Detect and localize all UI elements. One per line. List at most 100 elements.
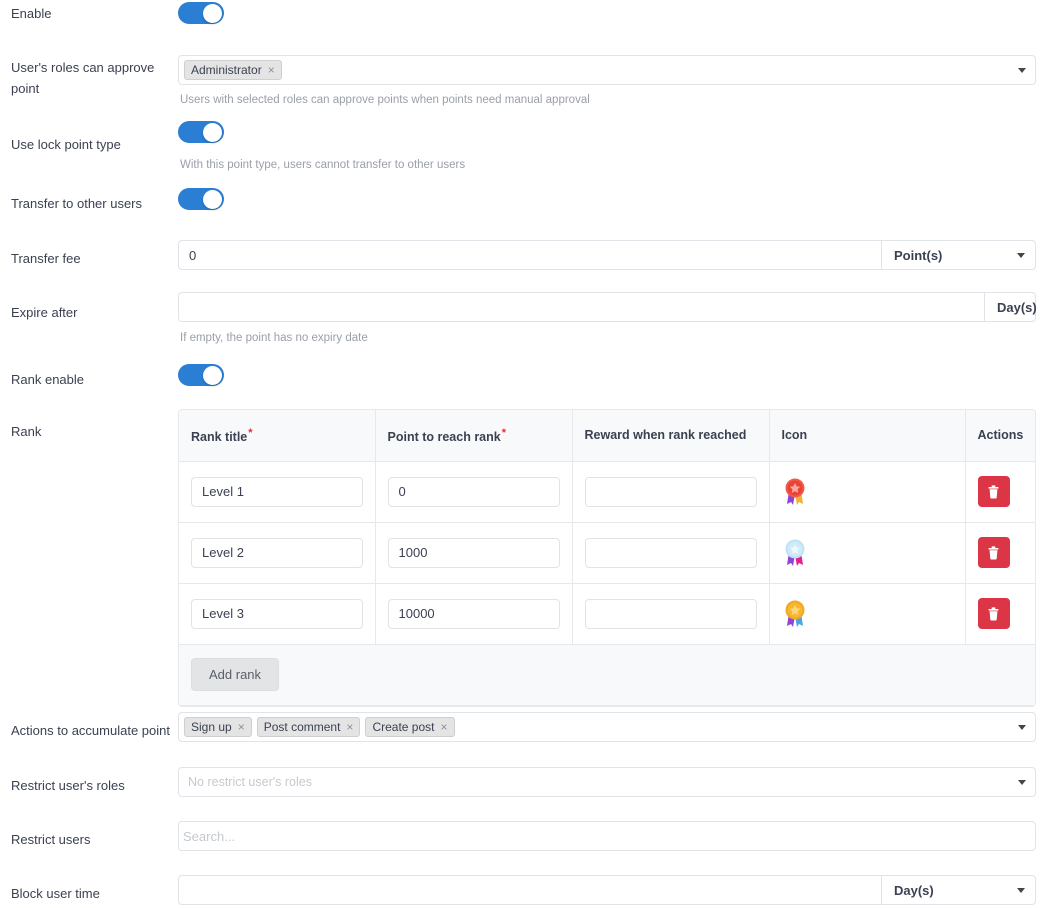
cell-rank-title bbox=[179, 583, 376, 645]
expire-after-unit: Day(s) bbox=[984, 292, 1037, 322]
reward-input[interactable] bbox=[584, 476, 757, 507]
rank-title-input[interactable] bbox=[191, 537, 363, 568]
label-restrict-roles: Restrict user's roles bbox=[11, 778, 125, 793]
block-user-time-input[interactable] bbox=[178, 875, 881, 905]
toggle-knob bbox=[203, 365, 222, 385]
cell-point-to-reach bbox=[375, 461, 573, 523]
medal-blue-icon[interactable] bbox=[782, 538, 808, 568]
label-transfer-users: Transfer to other users bbox=[11, 196, 143, 211]
column-header-rank-title: Rank title* bbox=[179, 410, 376, 462]
chevron-down-icon bbox=[1017, 253, 1025, 258]
rank-table-header-row: Rank title* Point to reach rank* Reward … bbox=[179, 410, 1035, 462]
label-transfer-fee: Transfer fee bbox=[11, 251, 81, 266]
restrict-roles-placeholder: No restrict user's roles bbox=[188, 775, 312, 789]
cell-actions bbox=[965, 583, 1035, 645]
cell-icon bbox=[769, 522, 966, 584]
rank-title-input[interactable] bbox=[191, 476, 363, 507]
required-marker: * bbox=[501, 426, 507, 439]
label-expire-after: Expire after bbox=[11, 305, 78, 320]
delete-rank-button[interactable] bbox=[977, 537, 1010, 568]
cell-rank-title bbox=[179, 522, 376, 584]
table-row bbox=[179, 522, 1035, 584]
cell-add-rank: Add rank bbox=[179, 644, 1035, 706]
column-header-reward: Reward when rank reached bbox=[572, 410, 770, 462]
select-approve-roles[interactable]: Administrator × bbox=[178, 55, 1036, 85]
label-enable: Enable bbox=[11, 6, 52, 21]
toggle-knob bbox=[203, 189, 222, 209]
tag-sign-up[interactable]: Sign up × bbox=[184, 717, 252, 737]
tag-post-comment[interactable]: Post comment × bbox=[256, 717, 361, 737]
transfer-fee-unit-label: Point(s) bbox=[894, 247, 943, 263]
required-marker: * bbox=[248, 426, 253, 439]
chevron-down-icon bbox=[1018, 780, 1026, 785]
delete-rank-button[interactable] bbox=[977, 598, 1010, 629]
restrict-users-search-input[interactable] bbox=[178, 821, 1036, 851]
delete-rank-button[interactable] bbox=[977, 476, 1010, 507]
cell-point-to-reach bbox=[375, 583, 573, 645]
select-actions-accumulate[interactable]: Sign up × Post comment × Create post × bbox=[178, 712, 1036, 742]
point-to-reach-input[interactable] bbox=[387, 476, 560, 507]
label-lock-point-type: Use lock point type bbox=[11, 137, 121, 152]
select-restrict-roles[interactable]: No restrict user's roles bbox=[178, 767, 1036, 797]
trash-icon bbox=[988, 606, 999, 620]
toggle-knob bbox=[203, 3, 222, 23]
chevron-down-icon bbox=[1018, 725, 1026, 730]
cell-rank-title bbox=[179, 461, 376, 523]
reward-input[interactable] bbox=[584, 537, 757, 568]
expire-after-input[interactable] bbox=[178, 292, 984, 322]
toggle-lock-point-type[interactable] bbox=[178, 121, 224, 143]
label-rank: Rank bbox=[11, 424, 42, 439]
block-user-time-unit-select[interactable]: Day(s) bbox=[881, 875, 1036, 905]
label-actions-accumulate: Actions to accumulate point bbox=[11, 723, 170, 738]
tag-label: Create post bbox=[372, 720, 435, 734]
toggle-enable[interactable] bbox=[178, 2, 224, 24]
label-approve-roles-line2: point bbox=[11, 81, 40, 96]
label-approve-roles-line1: User's roles can approve bbox=[11, 60, 155, 75]
transfer-fee-input[interactable] bbox=[178, 240, 881, 270]
rank-table-wrapper: Rank title* Point to reach rank* Reward … bbox=[178, 409, 1036, 707]
help-approve-roles: Users with selected roles can approve po… bbox=[180, 94, 590, 106]
cell-actions bbox=[965, 522, 1035, 584]
label-block-user-time: Block user time bbox=[11, 886, 100, 901]
rank-title-input[interactable] bbox=[191, 598, 363, 629]
tag-administrator[interactable]: Administrator × bbox=[184, 60, 282, 80]
table-row bbox=[179, 583, 1035, 645]
rank-table: Rank title* Point to reach rank* Reward … bbox=[179, 410, 1035, 706]
column-header-actions: Actions bbox=[965, 410, 1035, 462]
remove-tag-icon[interactable]: × bbox=[346, 721, 353, 733]
label-rank-enable: Rank enable bbox=[11, 372, 84, 387]
chevron-down-icon bbox=[1018, 68, 1026, 73]
column-header-point-to-reach: Point to reach rank* bbox=[375, 410, 573, 462]
tag-label: Post comment bbox=[263, 720, 341, 734]
point-to-reach-input[interactable] bbox=[387, 598, 560, 629]
help-lock-point-type: With this point type, users cannot trans… bbox=[180, 159, 466, 171]
add-rank-button[interactable]: Add rank bbox=[191, 658, 280, 691]
remove-tag-icon[interactable]: × bbox=[440, 721, 447, 733]
remove-tag-icon[interactable]: × bbox=[238, 721, 245, 733]
help-expire-after: If empty, the point has no expiry date bbox=[180, 332, 368, 344]
tag-create-post[interactable]: Create post × bbox=[365, 717, 455, 737]
tag-label: Sign up bbox=[191, 720, 232, 734]
rank-table-footer-row: Add rank bbox=[179, 644, 1035, 706]
toggle-rank-enable[interactable] bbox=[178, 364, 224, 386]
reward-input[interactable] bbox=[584, 598, 757, 629]
cell-point-to-reach bbox=[375, 522, 573, 584]
cell-icon bbox=[769, 461, 966, 523]
point-to-reach-input[interactable] bbox=[387, 537, 560, 568]
toggle-transfer-users[interactable] bbox=[178, 188, 224, 210]
trash-icon bbox=[988, 484, 999, 498]
cell-reward bbox=[572, 461, 770, 523]
transfer-fee-unit-select[interactable]: Point(s) bbox=[881, 240, 1036, 270]
block-user-time-unit-label: Day(s) bbox=[894, 882, 934, 898]
remove-tag-icon[interactable]: × bbox=[268, 64, 275, 76]
label-restrict-users: Restrict users bbox=[11, 832, 91, 847]
cell-actions bbox=[965, 461, 1035, 523]
table-row bbox=[179, 461, 1035, 523]
medal-gold-icon[interactable] bbox=[782, 599, 808, 629]
column-header-icon: Icon bbox=[769, 410, 966, 462]
medal-red-icon[interactable] bbox=[782, 477, 808, 507]
tag-label: Administrator bbox=[191, 63, 262, 77]
toggle-knob bbox=[203, 122, 222, 142]
label-approve-roles: User's roles can approve point bbox=[11, 58, 171, 98]
chevron-down-icon bbox=[1017, 888, 1025, 893]
